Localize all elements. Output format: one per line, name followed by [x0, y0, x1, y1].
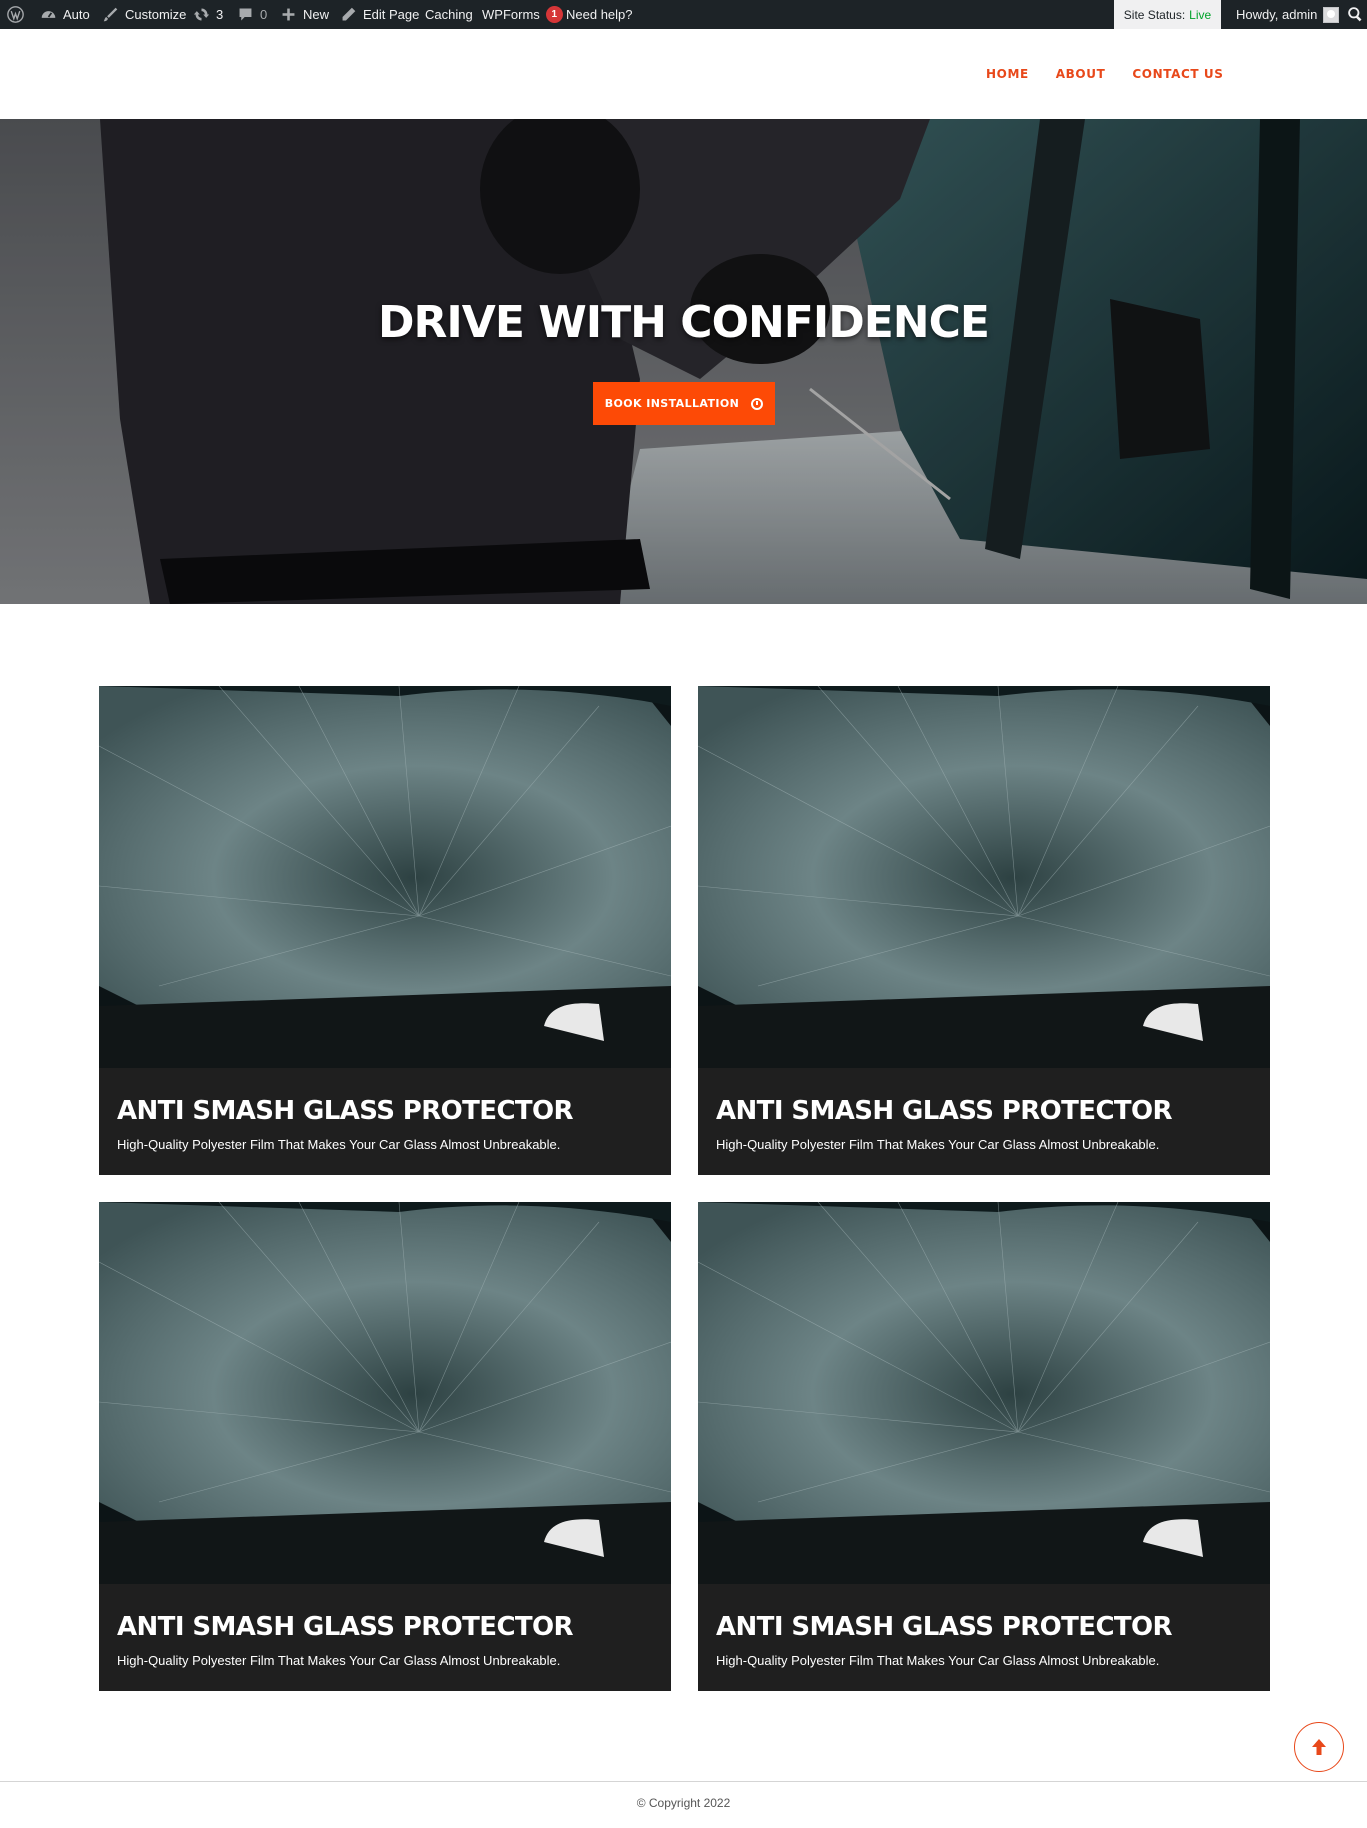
card-title: ANTI SMASH GLASS PROTECTOR — [716, 1096, 1173, 1126]
shattered-window-image — [698, 686, 1270, 1068]
nav-item-about[interactable]: ABOUT — [1056, 67, 1106, 81]
product-card[interactable]: ANTI SMASH GLASS PROTECTOR High-Quality … — [698, 686, 1270, 1175]
product-card[interactable]: ANTI SMASH GLASS PROTECTOR High-Quality … — [698, 1202, 1270, 1691]
site-status-indicator[interactable]: Site Status: Live — [1114, 0, 1221, 29]
card-title: ANTI SMASH GLASS PROTECTOR — [716, 1612, 1173, 1642]
shattered-window-image — [698, 1202, 1270, 1584]
customize-link[interactable]: Customize — [101, 0, 186, 29]
updates-refresh-icon — [192, 6, 210, 24]
customize-label: Customize — [125, 7, 187, 22]
brush-icon — [101, 6, 119, 24]
comment-bubble-icon — [236, 6, 254, 24]
main-navigation: HOME ABOUT CONTACT US — [986, 67, 1224, 81]
updates-link[interactable]: 3 — [192, 0, 223, 29]
card-description: High-Quality Polyester Film That Makes Y… — [716, 1653, 1160, 1668]
avatar — [1323, 6, 1340, 23]
site-status-value: Live — [1189, 7, 1212, 22]
new-content-menu[interactable]: New — [279, 0, 329, 29]
admin-bar: Auto Customize 3 0 New Edit Page Caching… — [0, 0, 1367, 29]
card-title: ANTI SMASH GLASS PROTECTOR — [117, 1612, 574, 1642]
site-header: HOME ABOUT CONTACT US — [0, 29, 1367, 119]
site-status-label: Site Status: — [1123, 7, 1186, 22]
caching-label: Caching — [425, 7, 473, 22]
wpforms-notification-badge: 1 — [545, 6, 563, 23]
site-name-label: Auto — [63, 7, 90, 22]
hero-banner: DRIVE WITH CONFIDENCE BOOK INSTALLATION — [0, 119, 1367, 604]
edit-page-link[interactable]: Edit Page — [339, 0, 419, 29]
wordpress-logo-menu[interactable] — [6, 0, 24, 29]
shattered-window-image — [99, 1202, 671, 1584]
arrow-up-icon — [1312, 1739, 1326, 1755]
product-card[interactable]: ANTI SMASH GLASS PROTECTOR High-Quality … — [99, 1202, 671, 1691]
howdy-label: Howdy, admin — [1236, 7, 1318, 22]
site-name-menu[interactable]: Auto — [39, 0, 90, 29]
scroll-to-top-button[interactable] — [1294, 1722, 1344, 1772]
pencil-icon — [339, 6, 357, 24]
nav-item-contact-us[interactable]: CONTACT US — [1132, 67, 1223, 81]
book-installation-label: BOOK INSTALLATION — [604, 397, 740, 410]
wordpress-logo-icon — [6, 6, 24, 24]
comments-link[interactable]: 0 — [236, 0, 267, 29]
card-description: High-Quality Polyester Film That Makes Y… — [716, 1137, 1160, 1152]
shattered-window-image — [99, 686, 671, 1068]
wpforms-label: WPForms — [482, 7, 540, 22]
comments-count: 0 — [260, 7, 268, 22]
plus-icon — [279, 6, 297, 24]
footer-divider — [0, 1781, 1367, 1782]
card-description: High-Quality Polyester Film That Makes Y… — [117, 1653, 561, 1668]
card-title: ANTI SMASH GLASS PROTECTOR — [117, 1096, 574, 1126]
caching-menu[interactable]: Caching — [425, 0, 473, 29]
edit-page-label: Edit Page — [363, 7, 420, 22]
admin-search-button[interactable] — [1346, 0, 1364, 29]
product-card[interactable]: ANTI SMASH GLASS PROTECTOR High-Quality … — [99, 686, 671, 1175]
need-help-label: Need help? — [566, 7, 633, 22]
clock-icon — [751, 397, 764, 410]
updates-count: 3 — [216, 7, 224, 22]
hero-overlay — [0, 119, 1367, 604]
need-help-link[interactable]: Need help? — [566, 0, 633, 29]
my-account-menu[interactable]: Howdy, admin — [1236, 0, 1340, 29]
card-description: High-Quality Polyester Film That Makes Y… — [117, 1137, 561, 1152]
hero-title: DRIVE WITH CONFIDENCE — [378, 297, 990, 348]
footer-copyright: © Copyright 2022 — [636, 1796, 731, 1810]
book-installation-button[interactable]: BOOK INSTALLATION — [593, 382, 775, 425]
new-label: New — [303, 7, 330, 22]
wpforms-menu[interactable]: WPForms 1 — [482, 0, 563, 29]
search-icon — [1346, 6, 1364, 24]
dashboard-gauge-icon — [39, 6, 57, 24]
nav-item-home[interactable]: HOME — [986, 67, 1029, 81]
